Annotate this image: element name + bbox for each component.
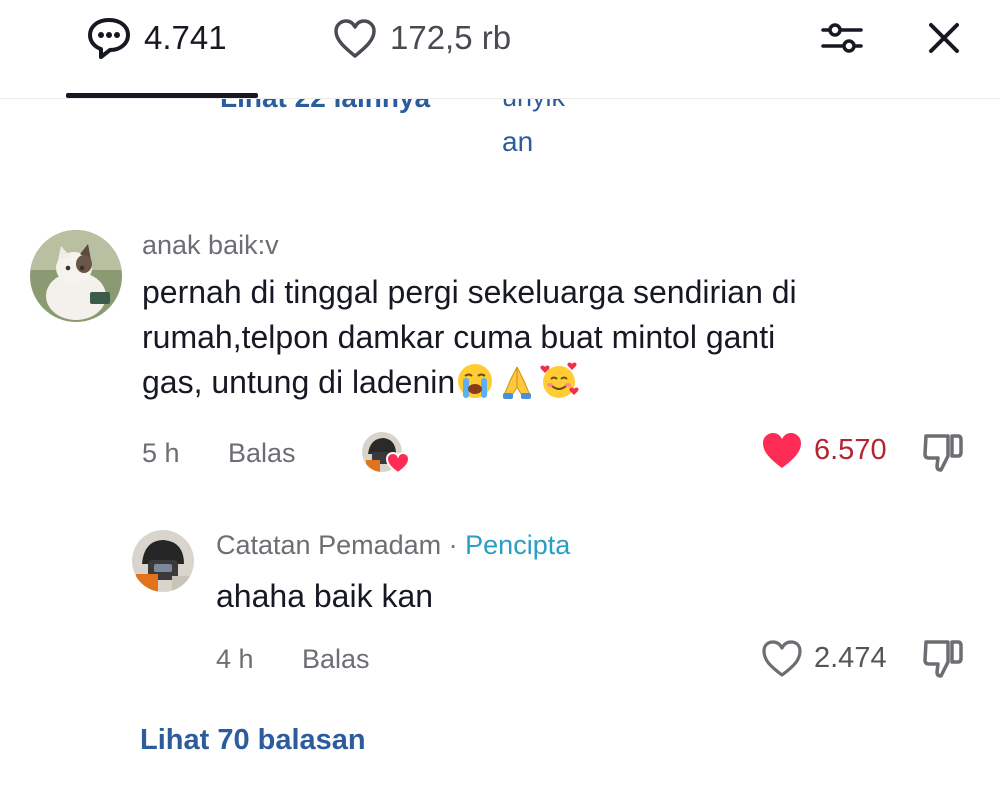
avatar[interactable]	[30, 230, 122, 322]
heart-outline-icon	[334, 19, 376, 58]
reply-like-button[interactable]: 2.474	[760, 638, 887, 678]
heart-outline-icon	[762, 640, 802, 677]
likes-count: 172,5 rb	[390, 19, 512, 56]
thumbs-down-icon	[923, 434, 963, 472]
active-tab-indicator	[66, 93, 258, 98]
username-separator: ·	[448, 530, 458, 560]
comment-text-line: rumah,telpon damkar cuma buat mintol gan…	[142, 319, 776, 355]
comments-header: 4.741 172,5 rb	[0, 0, 1000, 99]
close-icon	[929, 23, 959, 53]
heart-filled-small-icon	[386, 452, 410, 474]
filter-button[interactable]	[818, 14, 866, 62]
clipped-text-line: an	[502, 126, 534, 157]
folded-hands-icon	[503, 366, 532, 399]
reply-avatar[interactable]	[132, 530, 194, 592]
comment-text-line: pernah di tinggal pergi sekeluarga sendi…	[142, 274, 797, 310]
reply-username[interactable]: Catatan Pemadam	[216, 530, 441, 560]
cat-avatar-image	[30, 230, 122, 322]
reply-like-count: 2.474	[814, 641, 887, 674]
comment-text: pernah di tinggal pergi sekeluarga sendi…	[142, 270, 972, 405]
comment-text-line: gas, untung di ladenin	[142, 360, 972, 405]
comment-bubble-icon	[88, 18, 130, 59]
creator-badge: Pencipta	[465, 530, 571, 560]
comment-dislike-button[interactable]	[920, 430, 966, 481]
reply-dislike-button[interactable]	[920, 636, 966, 687]
reply-button[interactable]: Balas	[228, 438, 296, 469]
heart-filled-icon	[763, 433, 801, 468]
reply-time: 4 h	[216, 644, 254, 674]
loudly-crying-face-icon	[458, 364, 493, 398]
comment-username[interactable]: anak baik:v	[142, 230, 279, 261]
tab-comments[interactable]: 4.741	[86, 16, 227, 60]
comment-like-count: 6.570	[814, 433, 887, 466]
firefighter-avatar-image	[132, 530, 194, 592]
comment-like-button[interactable]: 6.570	[760, 430, 887, 470]
reply-reply-button[interactable]: Balas	[302, 644, 370, 675]
sliders-icon	[821, 23, 863, 53]
comment-time: 5 h	[142, 438, 180, 468]
smiling-face-with-hearts-icon	[540, 362, 579, 398]
reply-username-row: Catatan Pemadam · Pencipta	[216, 530, 570, 561]
thumbs-down-icon	[923, 640, 963, 678]
tab-likes[interactable]: 172,5 rb	[332, 16, 511, 60]
view-replies-link[interactable]: Lihat 70 balasan	[140, 724, 366, 757]
comments-count: 4.741	[144, 19, 227, 56]
reply-text: ahaha baik kan	[216, 578, 434, 614]
close-button[interactable]	[920, 14, 968, 62]
creator-liked-badge	[362, 432, 410, 474]
